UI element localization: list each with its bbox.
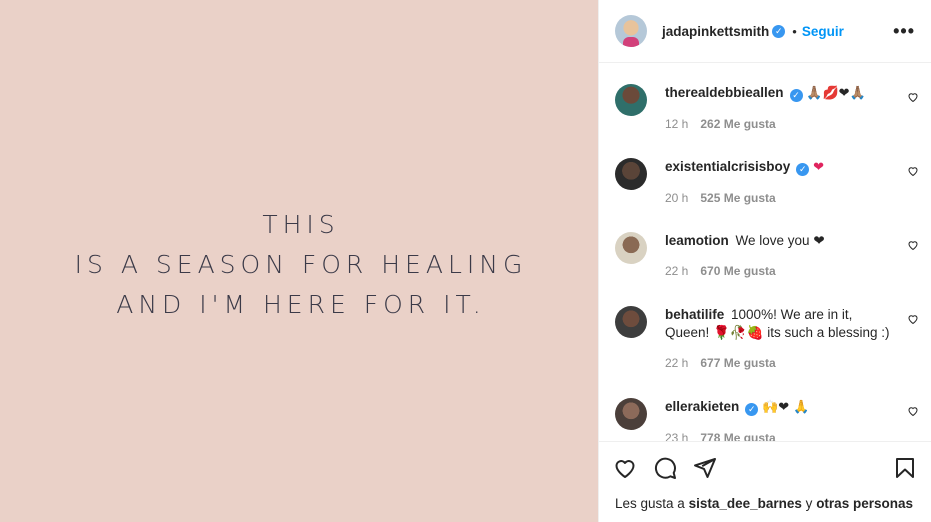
comment-username[interactable]: leamotion bbox=[665, 233, 729, 248]
likes-joiner: y bbox=[805, 496, 813, 511]
comment-item: existentialcrisisboy ✓ ❤ 20 h 525 Me gusta bbox=[599, 158, 931, 232]
like-comment-heart-icon[interactable] bbox=[907, 91, 919, 103]
comment-username[interactable]: behatilife bbox=[665, 307, 724, 322]
commenter-avatar[interactable] bbox=[615, 232, 647, 264]
post-header: jadapinkettsmith ✓ • Seguir ••• bbox=[599, 0, 931, 63]
comment-icon[interactable] bbox=[653, 456, 677, 480]
comment-likes[interactable]: 778 Me gusta bbox=[700, 431, 775, 441]
comment-time[interactable]: 12 h bbox=[665, 117, 688, 131]
like-comment-heart-icon[interactable] bbox=[907, 313, 919, 325]
comments-list[interactable]: therealdebbieallen ✓ 🙏🏽💋❤🙏🏽 12 h 262 Me gu… bbox=[599, 63, 931, 441]
comment-username[interactable]: ellerakieten bbox=[665, 399, 739, 414]
comment-time[interactable]: 22 h bbox=[665, 356, 688, 370]
likes-summary: Les gusta a sista_dee_barnes y otras per… bbox=[599, 493, 931, 522]
owner-avatar[interactable] bbox=[615, 15, 647, 47]
more-options-icon[interactable]: ••• bbox=[893, 22, 915, 40]
post-actions-bar bbox=[599, 441, 931, 493]
comment-time[interactable]: 22 h bbox=[665, 264, 688, 278]
share-icon[interactable] bbox=[693, 456, 717, 480]
commenter-avatar[interactable] bbox=[615, 398, 647, 430]
verified-badge-icon: ✓ bbox=[796, 163, 810, 176]
comment-text: We love you ❤ bbox=[735, 233, 825, 248]
quote-line-1: THIS bbox=[262, 210, 340, 239]
other-people-link[interactable]: otras personas bbox=[816, 496, 913, 511]
liked-by-user-link[interactable]: sista_dee_barnes bbox=[689, 496, 802, 511]
instagram-post: THIS IS A SEASON FOR HEALING AND I'M HER… bbox=[0, 0, 931, 522]
quote-text: THIS IS A SEASON FOR HEALING AND I'M HER… bbox=[75, 205, 528, 325]
comment-item: behatilife 1000%! We are in it, Queen! 🌹… bbox=[599, 306, 931, 398]
comment-username[interactable]: therealdebbieallen bbox=[665, 85, 784, 100]
comment-item: ellerakieten ✓ 🙌❤ 🙏 23 h 778 Me gusta bbox=[599, 398, 931, 441]
quote-line-2: IS A SEASON FOR HEALING bbox=[74, 250, 528, 279]
comment-username[interactable]: existentialcrisisboy bbox=[665, 159, 790, 174]
comment-time[interactable]: 20 h bbox=[665, 191, 688, 205]
follow-button[interactable]: Seguir bbox=[802, 24, 844, 39]
comment-text: 🙌❤ 🙏 bbox=[762, 400, 810, 415]
commenter-avatar[interactable] bbox=[615, 158, 647, 190]
post-side-panel: jadapinkettsmith ✓ • Seguir ••• thereald… bbox=[599, 0, 931, 522]
like-comment-heart-icon[interactable] bbox=[907, 405, 919, 417]
comment-likes[interactable]: 670 Me gusta bbox=[700, 264, 775, 278]
comment-item: therealdebbieallen ✓ 🙏🏽💋❤🙏🏽 12 h 262 Me gu… bbox=[599, 84, 931, 158]
verified-badge-icon: ✓ bbox=[772, 24, 786, 38]
comment-time[interactable]: 23 h bbox=[665, 431, 688, 441]
comment-item: leamotion We love you ❤ 22 h 670 Me gusta bbox=[599, 232, 931, 306]
quote-line-3: AND I'M HERE FOR IT. bbox=[116, 290, 486, 319]
like-comment-heart-icon[interactable] bbox=[907, 239, 919, 251]
comment-text: 🙏🏽💋❤🙏🏽 bbox=[806, 86, 866, 101]
commenter-avatar[interactable] bbox=[615, 306, 647, 338]
like-comment-heart-icon[interactable] bbox=[907, 165, 919, 177]
heart-icon[interactable] bbox=[613, 456, 637, 480]
verified-badge-icon: ✓ bbox=[789, 89, 803, 102]
comment-likes[interactable]: 677 Me gusta bbox=[700, 356, 775, 370]
comment-likes[interactable]: 525 Me gusta bbox=[700, 191, 775, 205]
bookmark-icon[interactable] bbox=[893, 456, 917, 480]
owner-username[interactable]: jadapinkettsmith bbox=[662, 24, 769, 39]
separator-dot: • bbox=[792, 23, 797, 39]
comment-likes[interactable]: 262 Me gusta bbox=[700, 117, 775, 131]
comment-text: ❤ bbox=[813, 160, 824, 175]
likes-prefix: Les gusta a bbox=[615, 496, 685, 511]
verified-badge-icon: ✓ bbox=[745, 403, 759, 416]
post-image[interactable]: THIS IS A SEASON FOR HEALING AND I'M HER… bbox=[0, 0, 599, 522]
commenter-avatar[interactable] bbox=[615, 84, 647, 116]
